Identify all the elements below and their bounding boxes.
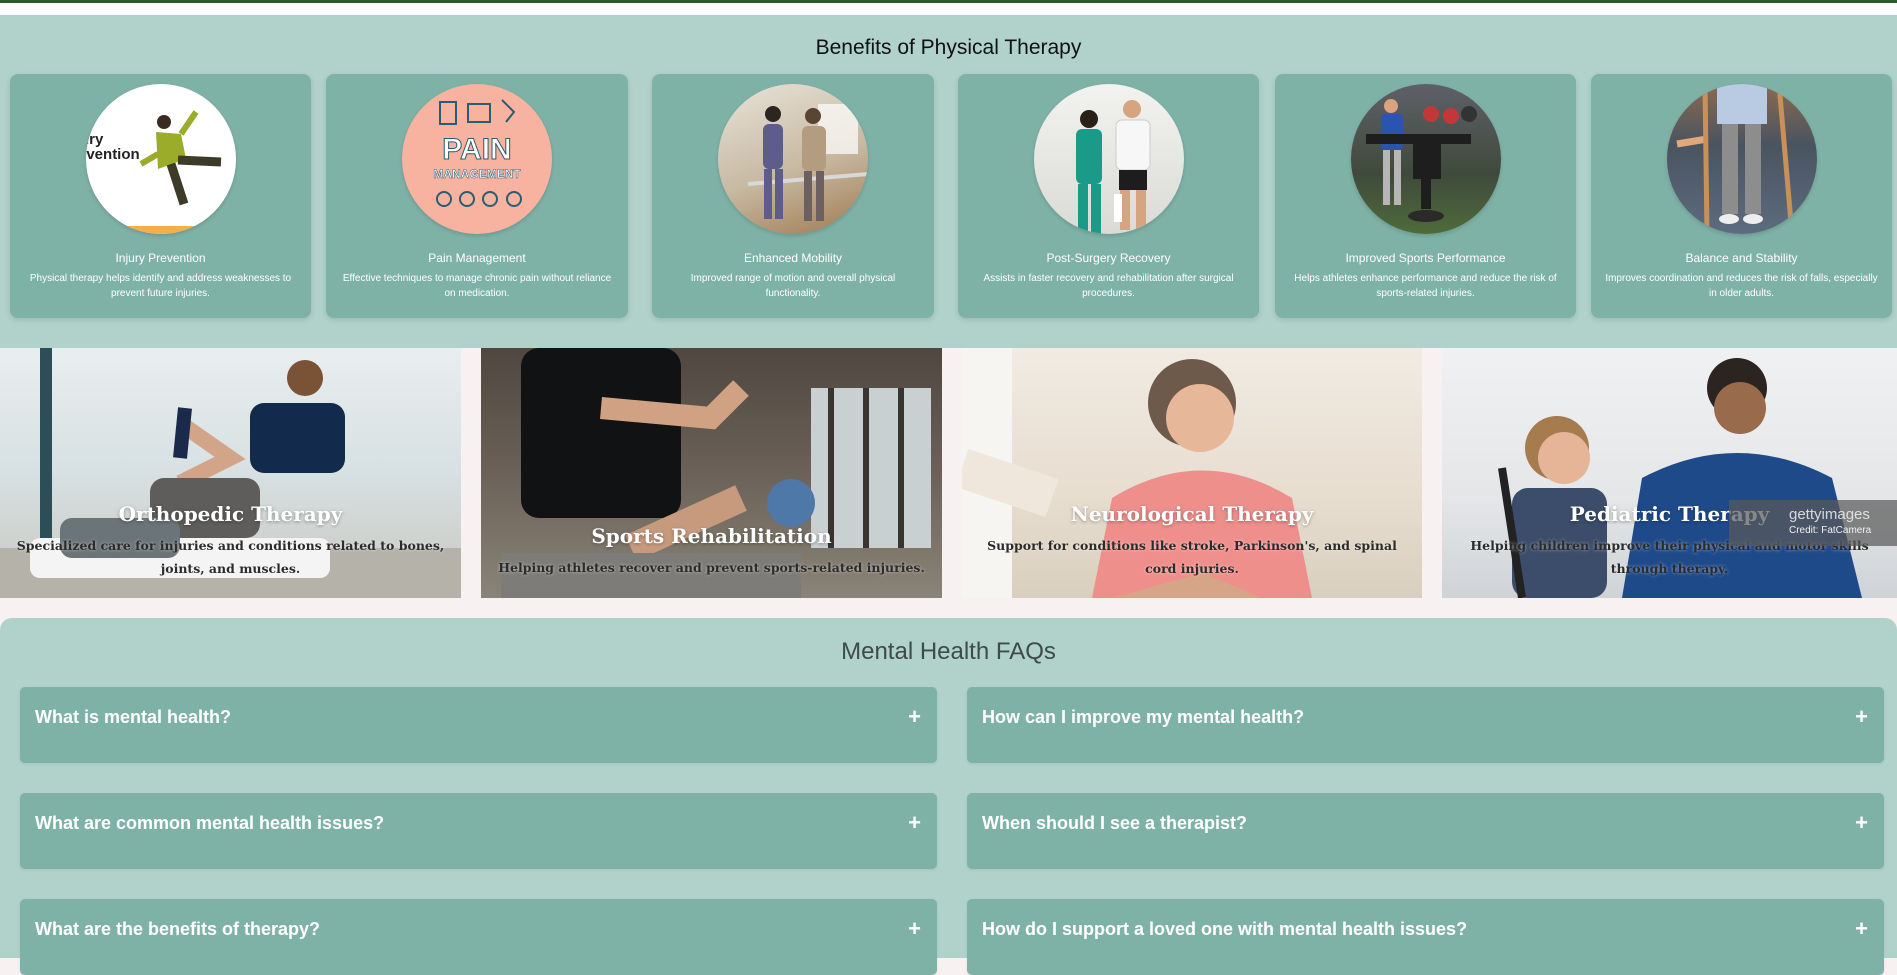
specialty-desc: Helping athletes recover and prevent spo… bbox=[498, 560, 925, 575]
benefit-desc: Physical therapy helps identify and addr… bbox=[29, 273, 292, 299]
faq-question: When should I see a therapist? bbox=[982, 813, 1248, 833]
benefit-title: Balance and Stability bbox=[1685, 251, 1798, 265]
faq-question: How do I support a loved one with mental… bbox=[982, 919, 1468, 939]
injury-image-word2: evention bbox=[86, 146, 140, 163]
benefit-card-pain-management[interactable]: PAIN MANAGEMENT Pain Management Effectiv… bbox=[326, 74, 628, 318]
benefit-desc: Improved range of motion and overall phy… bbox=[690, 273, 896, 299]
specialty-desc: Support for conditions like stroke, Park… bbox=[987, 538, 1397, 576]
benefit-desc: Assists in faster recovery and rehabilit… bbox=[983, 273, 1234, 299]
plus-icon[interactable]: + bbox=[908, 704, 921, 730]
injury-prevention-image: ury evention bbox=[85, 84, 236, 234]
plus-icon[interactable]: + bbox=[908, 916, 921, 942]
faq-question: What is mental health? bbox=[35, 707, 232, 727]
watermark-credit: Credit: FatCamera bbox=[1789, 525, 1872, 536]
benefit-card-balance-and-stability[interactable]: Balance and Stability Improves coordinat… bbox=[1591, 74, 1892, 318]
faq-item[interactable]: How can I improve my mental health? + bbox=[967, 687, 1884, 763]
benefit-card-injury-prevention[interactable]: ury evention Injury Prevention Physical … bbox=[10, 74, 311, 318]
benefits-section: Benefits of Physical Therapy ury eventio… bbox=[0, 15, 1897, 348]
faq-item[interactable]: What are the benefits of therapy? + bbox=[20, 899, 937, 975]
benefit-desc: Helps athletes enhance performance and r… bbox=[1294, 273, 1557, 299]
benefit-card-improved-sports-performance[interactable]: Improved Sports Performance Helps athlet… bbox=[1275, 74, 1576, 318]
plus-icon[interactable]: + bbox=[1855, 704, 1868, 730]
faq-item[interactable]: What is mental health? + bbox=[20, 687, 937, 763]
specialties-section: Orthopedic Therapy Specialized care for … bbox=[0, 348, 1897, 598]
benefit-title: Enhanced Mobility bbox=[743, 251, 843, 265]
plus-icon[interactable]: + bbox=[908, 810, 921, 836]
faq-question: What are the benefits of therapy? bbox=[35, 919, 321, 939]
benefit-title: Post-Surgery Recovery bbox=[1046, 251, 1171, 265]
enhanced-mobility-image bbox=[718, 84, 868, 234]
benefit-title: Injury Prevention bbox=[115, 251, 206, 265]
faq-question: How can I improve my mental health? bbox=[982, 707, 1305, 727]
faq-item[interactable]: What are common mental health issues? + bbox=[20, 793, 937, 869]
benefit-card-post-surgery-recovery[interactable]: Post-Surgery Recovery Assists in faster … bbox=[958, 74, 1259, 318]
benefit-desc: Improves coordination and reduces the ri… bbox=[1605, 273, 1878, 299]
specialty-desc: Specialized care for injuries and condit… bbox=[16, 538, 445, 576]
specialty-card-neurological-therapy[interactable]: Neurological Therapy Support for conditi… bbox=[962, 348, 1422, 598]
faq-question: What are common mental health issues? bbox=[35, 813, 385, 833]
benefits-heading: Benefits of Physical Therapy bbox=[815, 36, 1082, 59]
benefit-title: Improved Sports Performance bbox=[1345, 251, 1506, 265]
improved-sports-performance-image bbox=[1350, 84, 1501, 234]
benefit-desc: Effective techniques to manage chronic p… bbox=[342, 273, 612, 299]
specialty-title: Neurological Therapy bbox=[1070, 502, 1314, 526]
balance-and-stability-image bbox=[1666, 84, 1817, 234]
specialty-card-pediatric-therapy[interactable]: Pediatric Therapy Helping children impro… bbox=[1442, 348, 1897, 598]
faq-item[interactable]: How do I support a loved one with mental… bbox=[967, 899, 1884, 975]
pain-management-image: PAIN MANAGEMENT bbox=[402, 84, 552, 234]
plus-icon[interactable]: + bbox=[1855, 810, 1868, 836]
pain-image-word: PAIN bbox=[442, 133, 511, 166]
faq-heading: Mental Health FAQs bbox=[841, 638, 1056, 665]
faq-section: Mental Health FAQs What is mental health… bbox=[0, 618, 1897, 975]
benefit-title: Pain Management bbox=[428, 251, 526, 265]
image-watermark: gettyimages Credit: FatCamera bbox=[1729, 500, 1897, 546]
faq-item[interactable]: When should I see a therapist? + bbox=[967, 793, 1884, 869]
benefit-card-enhanced-mobility[interactable]: Enhanced Mobility Improved range of moti… bbox=[652, 74, 934, 318]
post-surgery-recovery-image bbox=[1033, 84, 1184, 234]
watermark-brand: gettyimages bbox=[1789, 506, 1870, 523]
plus-icon[interactable]: + bbox=[1855, 916, 1868, 942]
specialty-title: Orthopedic Therapy bbox=[118, 502, 343, 526]
specialty-title: Sports Rehabilitation bbox=[591, 524, 832, 548]
specialty-card-orthopedic-therapy[interactable]: Orthopedic Therapy Specialized care for … bbox=[0, 348, 461, 598]
specialty-card-sports-rehabilitation[interactable]: Sports Rehabilitation Helping athletes r… bbox=[481, 348, 942, 598]
management-image-word: MANAGEMENT bbox=[433, 167, 521, 181]
